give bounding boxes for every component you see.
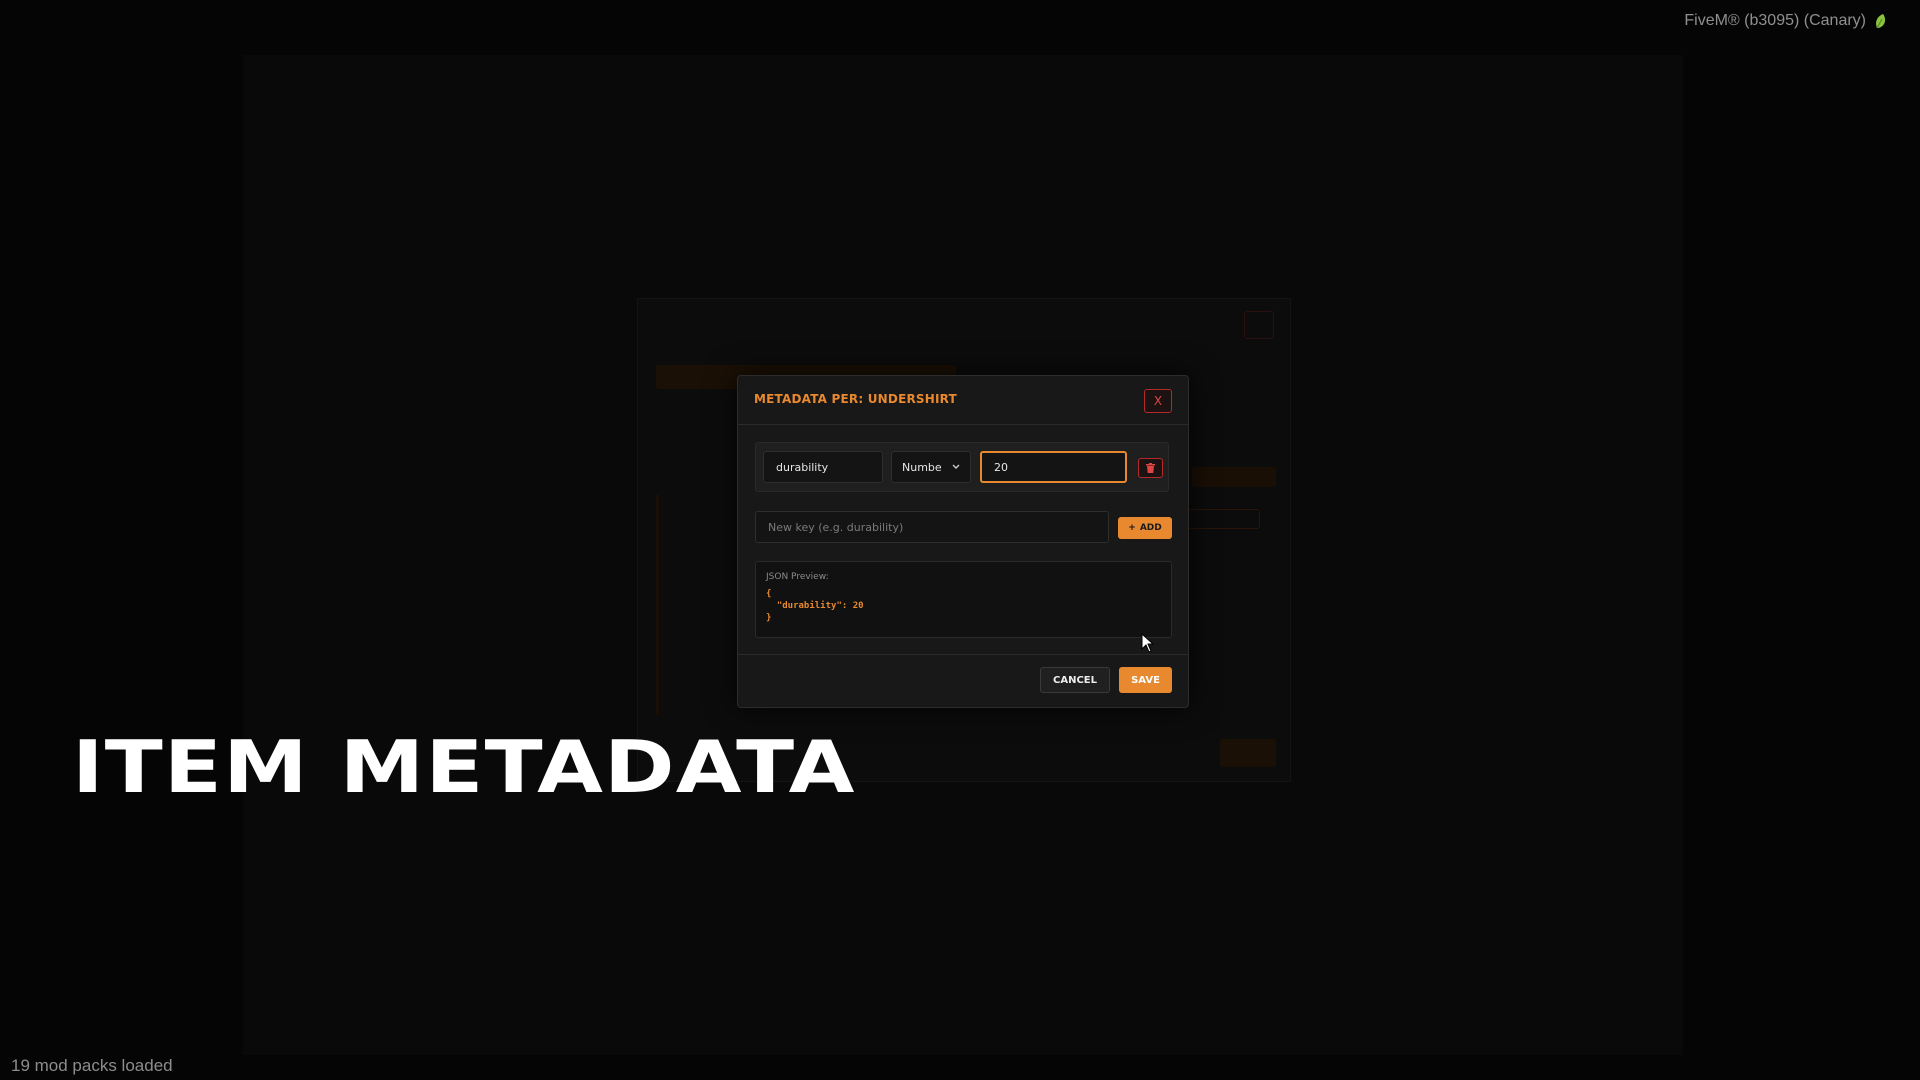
trash-icon <box>1146 463 1155 473</box>
delete-entry-button[interactable] <box>1138 458 1163 478</box>
json-preview: JSON Preview: { "durability": 20 } <box>755 561 1172 638</box>
json-line: "durability": 20 <box>766 601 864 611</box>
metadata-type-value: Numbe <box>902 460 942 474</box>
json-line: { <box>766 589 772 599</box>
overlay-title: ITEM METADATA <box>72 725 856 809</box>
add-key-button[interactable]: + ADD <box>1118 517 1172 539</box>
close-button[interactable]: X <box>1144 389 1172 413</box>
window-title-text: FiveM® (b3095) (Canary) <box>1684 12 1866 29</box>
background-remove-group-button <box>1188 509 1260 529</box>
status-text: 19 mod packs loaded <box>11 1056 173 1075</box>
background-group-accent <box>656 495 659 715</box>
metadata-modal: METADATA PER: UNDERSHIRT X durability Nu… <box>737 375 1189 708</box>
modal-footer: CANCEL SAVE <box>738 654 1188 707</box>
json-preview-label: JSON Preview: <box>766 572 829 582</box>
add-button-label: ADD <box>1139 523 1162 533</box>
background-close-icon <box>1244 311 1274 339</box>
plus-icon: + <box>1128 523 1136 533</box>
background-add-group-button <box>1192 467 1276 487</box>
mouse-cursor-icon <box>1141 633 1155 653</box>
background-done-button <box>1220 739 1276 767</box>
window-title: FiveM® (b3095) (Canary) <box>1684 12 1888 30</box>
chevron-down-icon <box>952 464 960 469</box>
new-key-input[interactable]: New key (e.g. durability) <box>755 511 1109 543</box>
json-line: } <box>766 613 772 623</box>
metadata-key-input[interactable]: durability <box>763 451 883 483</box>
modal-header: METADATA PER: UNDERSHIRT X <box>738 376 1188 425</box>
cancel-button[interactable]: CANCEL <box>1040 667 1110 693</box>
leaf-icon <box>1876 14 1886 29</box>
save-button[interactable]: SAVE <box>1119 667 1172 693</box>
modal-title: METADATA PER: UNDERSHIRT <box>754 392 957 406</box>
metadata-entry-row: durability Numbe 20 <box>755 442 1169 492</box>
metadata-type-select[interactable]: Numbe <box>891 451 971 483</box>
metadata-value-input[interactable]: 20 <box>980 451 1127 483</box>
